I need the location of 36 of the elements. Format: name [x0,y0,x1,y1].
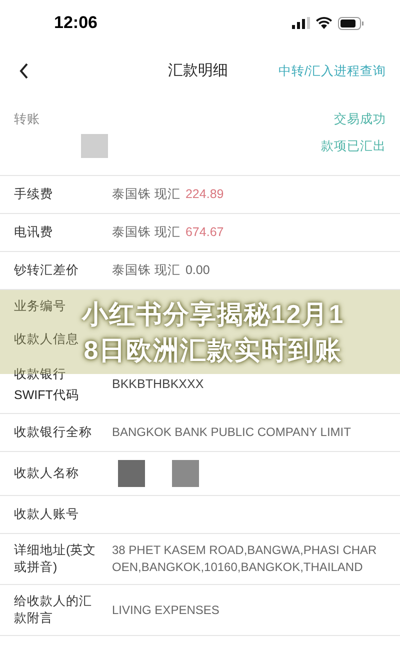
fee-amount: 674.67 [185,224,224,242]
field-label: 钞转汇差价 [14,262,80,280]
field-value: BANGKOK BANK PUBLIC COMPANY LIMIT [112,424,351,441]
redaction-block [81,134,108,158]
field-label: 详细地址(英文或拼音) [14,542,98,576]
status-time: 12:06 [54,12,98,34]
fee-amount: 0.00 [185,262,210,280]
wifi-icon [316,17,332,29]
banner-title: 8日欧洲汇款实时到账 [84,334,342,367]
field-label: 收款银行全称 [14,424,93,441]
currency-text: 泰国铢 现汇 [112,262,180,280]
field-label: 转账 [14,111,40,128]
back-icon [19,63,29,79]
field-label: 收款银行 [14,366,67,383]
field-label: 业务编号 [14,298,66,316]
field-label: 手续费 [14,186,54,204]
swift-code: BKKBTHBKXXX [112,376,204,394]
field-label: 收款人信息 [14,331,79,348]
field-value: LIVING EXPENSES [112,602,220,618]
progress-query-link[interactable]: 中转/汇入进程查询 [278,62,386,80]
field-label: 收款人名称 [14,465,80,482]
status-text: 交易成功 [334,111,386,128]
redaction-block [172,460,199,487]
field-label: 给收款人的汇款附言 [14,593,93,627]
currency-text: 泰国铢 现汇 [112,186,180,204]
field-label: SWIFT代码 [14,386,80,404]
battery-icon [338,16,364,30]
signal-icon [292,17,310,29]
page-title: 汇款明细 [168,60,228,81]
banner-title: 小红书分享揭秘12月1 [82,298,344,331]
field-value: 38 PHET KASEM ROAD,BANGWA,PHASI CHAROEN,BANGKOK,10160,BANGKOK,THAILAND [112,542,378,576]
currency-text: 泰国铢 现汇 [112,224,180,242]
fee-amount: 224.89 [185,186,224,204]
status-note: 款项已汇出 [321,138,386,155]
field-label: 电讯费 [14,224,54,242]
field-label: 收款人账号 [14,506,80,523]
